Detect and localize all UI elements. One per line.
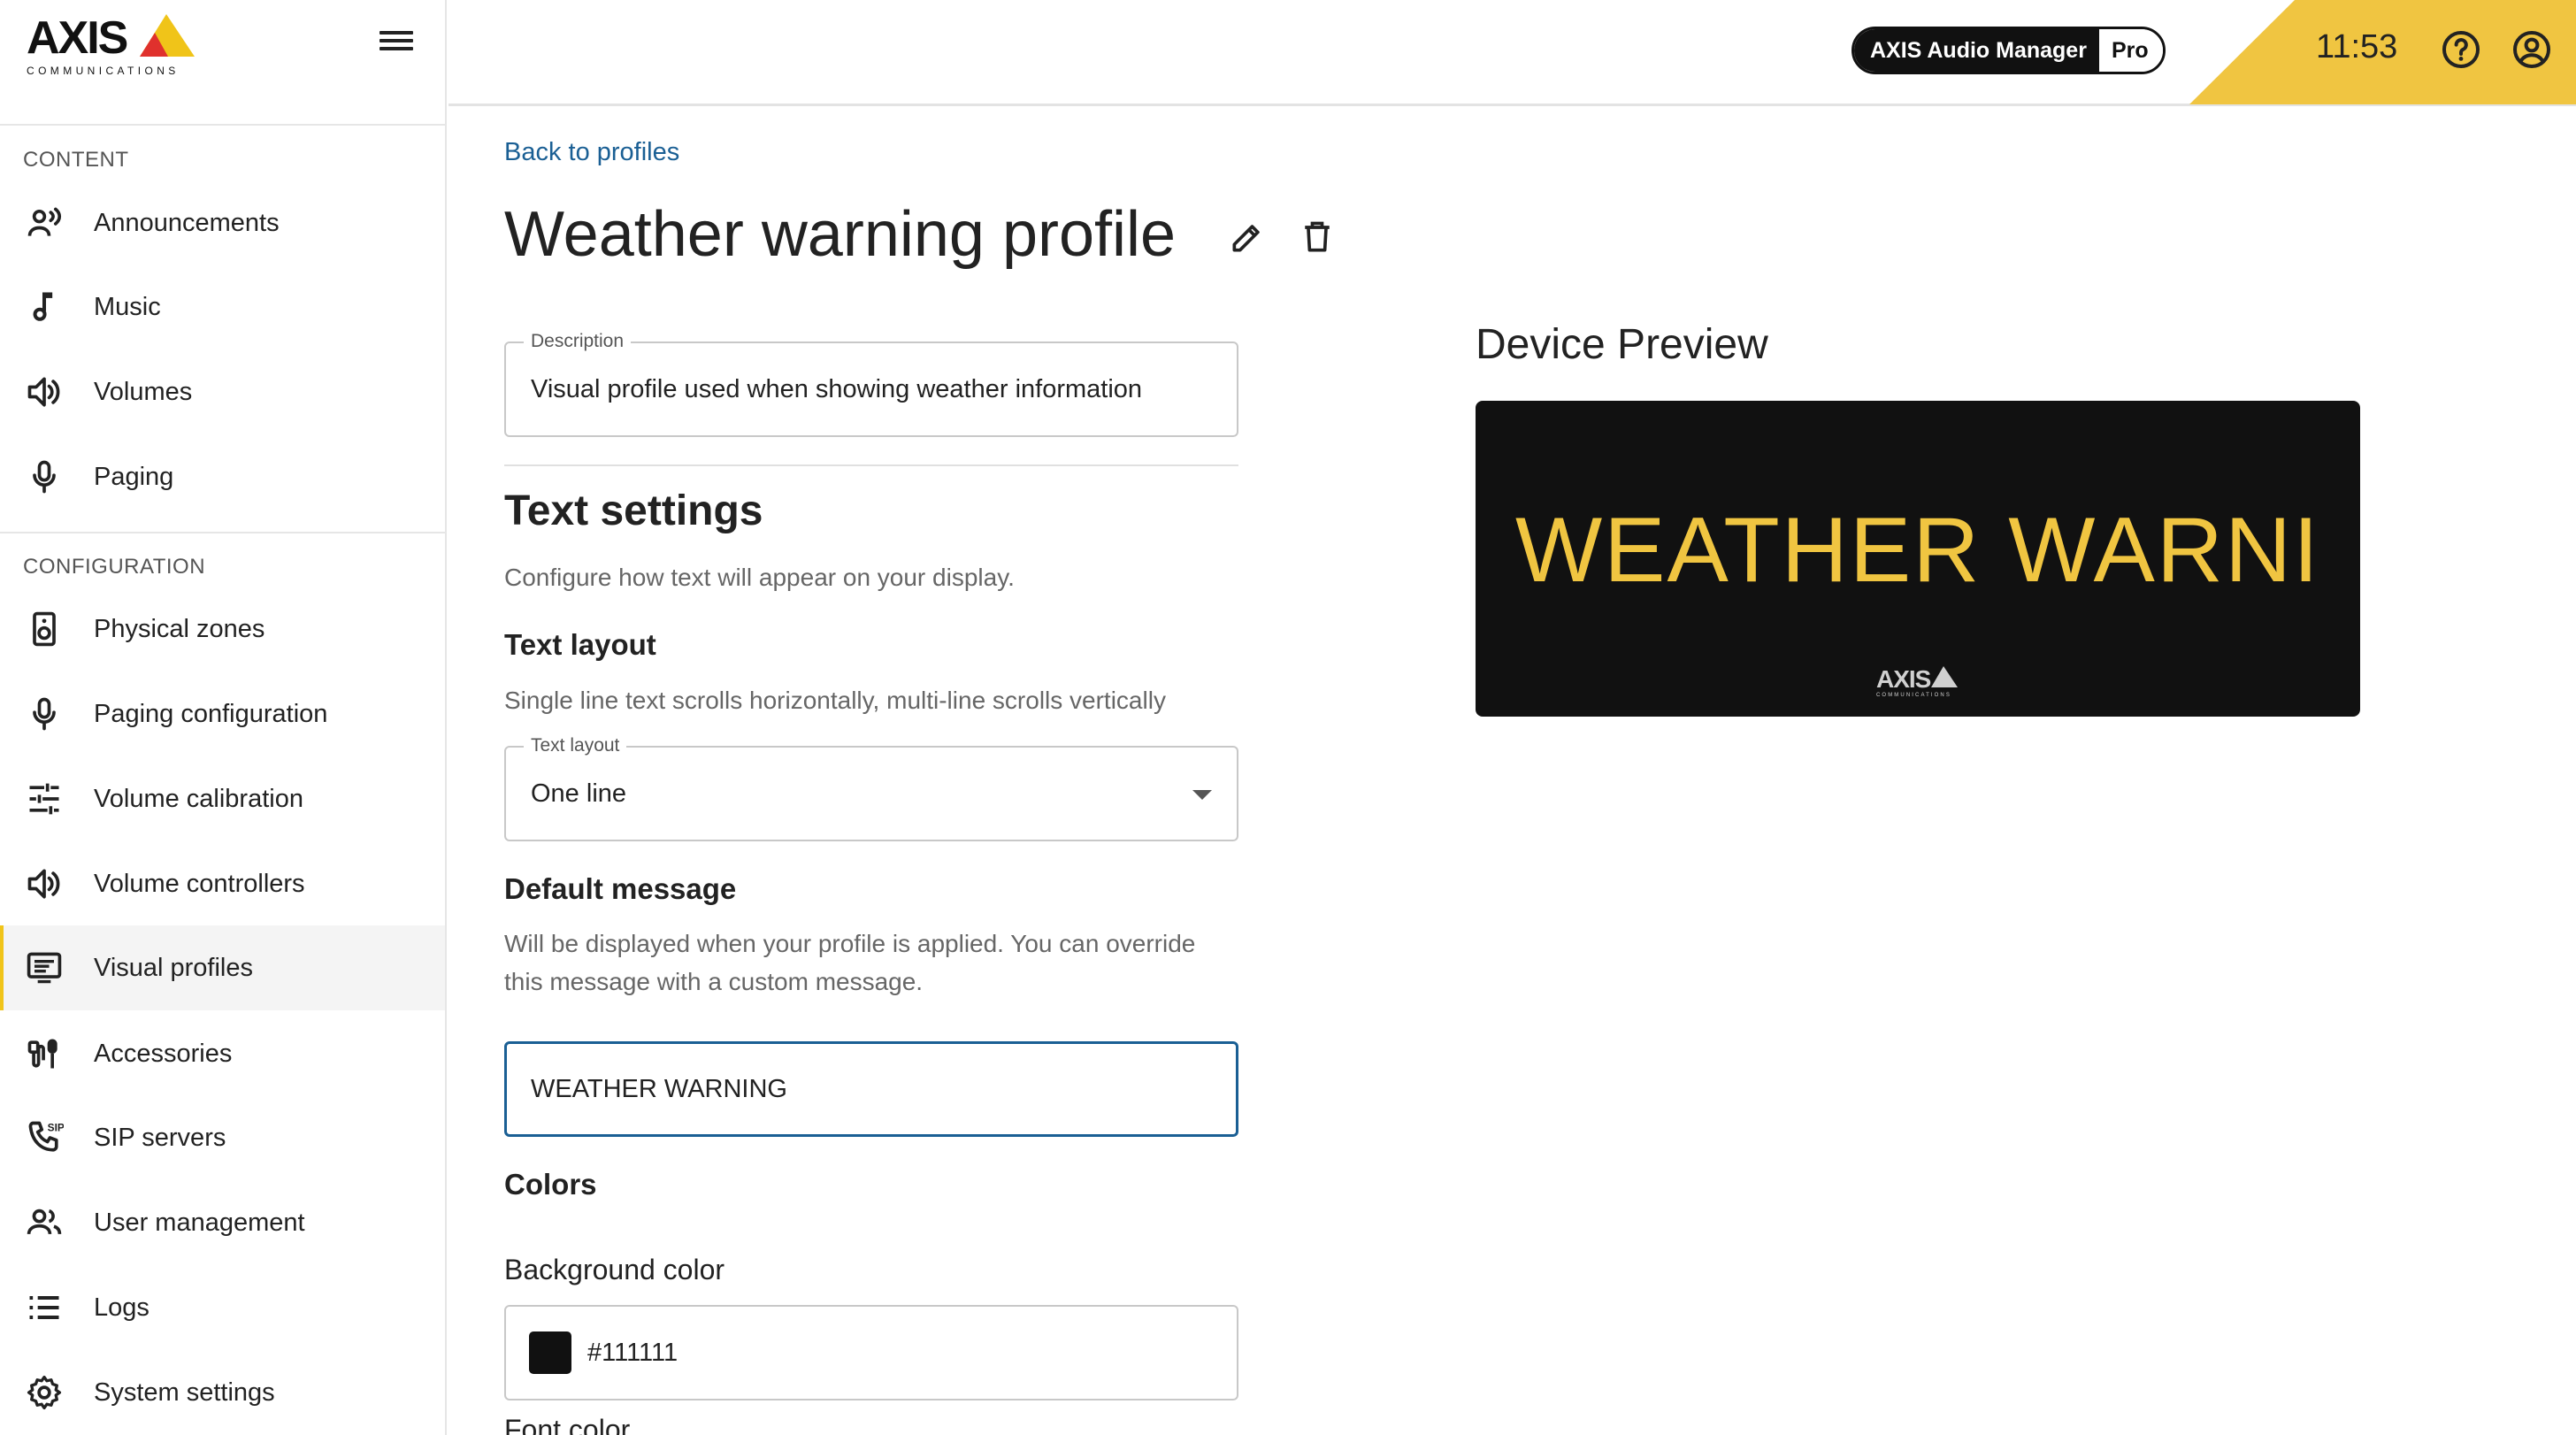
music-note-icon: [25, 288, 64, 326]
sip-phone-icon: SIP: [25, 1118, 64, 1157]
section-label-content: CONTENT: [23, 148, 129, 172]
device-preview-title: Device Preview: [1476, 321, 1768, 368]
sidebar-item-logs[interactable]: Logs: [0, 1265, 445, 1350]
text-layout-select[interactable]: Text layout One line: [504, 735, 1238, 841]
help-icon[interactable]: [2440, 28, 2482, 71]
color-swatch[interactable]: [529, 1331, 571, 1374]
sidebar-item-label: Visual profiles: [94, 953, 254, 982]
sidebar-divider: [0, 532, 445, 533]
svg-text:AXIS: AXIS: [1876, 665, 1931, 693]
sidebar-item-label: Logs: [94, 1293, 150, 1322]
sidebar-item-label: Volume calibration: [94, 784, 303, 813]
text-layout-heading: Text layout: [504, 628, 656, 661]
announcement-icon: [25, 203, 64, 242]
text-settings-subtitle: Configure how text will appear on your d…: [504, 564, 1015, 591]
sidebar-item-system-settings[interactable]: System settings: [0, 1350, 445, 1435]
product-name: AXIS Audio Manager: [1854, 29, 2099, 72]
sidebar-item-label: Physical zones: [94, 614, 265, 643]
sidebar-item-announcements[interactable]: Announcements: [0, 180, 445, 265]
text-layout-value: One line: [531, 779, 627, 808]
sidebar-item-label: Paging: [94, 462, 174, 491]
sidebar-item-label: SIP servers: [94, 1123, 226, 1152]
svg-text:COMMUNICATIONS: COMMUNICATIONS: [1876, 693, 1951, 698]
chevron-down-icon: [1192, 790, 1212, 800]
gear-icon: [25, 1373, 64, 1412]
preview-axis-logo: AXIS COMMUNICATIONS: [1876, 665, 1958, 698]
sliders-icon: [25, 779, 64, 818]
background-color-value: #111111: [587, 1339, 678, 1367]
sidebar-item-label: Music: [94, 292, 161, 321]
description-value: Visual profile used when showing weather…: [531, 375, 1143, 403]
svg-text:SIP: SIP: [48, 1122, 64, 1134]
sidebar-item-label: Volumes: [94, 377, 193, 406]
default-message-subtitle-line2: this message with a custom message.: [504, 968, 924, 995]
display-icon: [25, 948, 64, 987]
sidebar-item-label: Volume controllers: [94, 869, 305, 898]
default-message-input[interactable]: WEATHER WARNING: [504, 1041, 1238, 1137]
device-preview-display: WEATHER WARNI AXIS COMMUNICATIONS: [1476, 401, 2360, 717]
description-field[interactable]: Description Visual profile used when sho…: [504, 331, 1238, 437]
page-title: Weather warning profile: [504, 199, 1177, 270]
text-layout-field-label: Text layout: [524, 735, 627, 756]
axis-logo: AXIS COMMUNICATIONS: [27, 12, 195, 77]
account-icon[interactable]: [2511, 28, 2553, 71]
microphone-icon: [25, 694, 64, 733]
sidebar-item-volumes[interactable]: Volumes: [0, 349, 445, 434]
accessories-icon: [25, 1034, 64, 1073]
delete-trash-icon[interactable]: [1298, 218, 1337, 257]
svg-text:AXIS: AXIS: [27, 12, 127, 64]
sidebar-item-music[interactable]: Music: [0, 265, 445, 349]
default-message-heading: Default message: [504, 872, 737, 905]
sidebar-item-physical-zones[interactable]: Physical zones: [0, 587, 445, 671]
background-color-label: Background color: [504, 1254, 725, 1285]
svg-text:COMMUNICATIONS: COMMUNICATIONS: [27, 65, 180, 77]
product-badge: AXIS Audio Manager Pro: [1852, 27, 2166, 74]
sidebar-item-volume-controllers[interactable]: Volume controllers: [0, 841, 445, 926]
sidebar-item-label: Accessories: [94, 1039, 233, 1068]
font-color-label: Font color: [504, 1414, 631, 1435]
speaker-device-icon: [25, 610, 64, 648]
sidebar-item-paging[interactable]: Paging: [0, 434, 445, 519]
sidebar-item-label: Announcements: [94, 208, 280, 237]
sidebar-item-visual-profiles[interactable]: Visual profiles: [0, 925, 445, 1010]
text-layout-subtitle: Single line text scrolls horizontally, m…: [504, 687, 1166, 714]
section-label-configuration: CONFIGURATION: [23, 555, 206, 579]
clock: 11:53: [2316, 28, 2398, 65]
logo-area: AXIS COMMUNICATIONS: [0, 0, 445, 126]
edit-pencil-icon[interactable]: [1228, 218, 1267, 257]
description-field-label: Description: [524, 331, 632, 352]
sidebar-item-paging-configuration[interactable]: Paging configuration: [0, 671, 445, 756]
background-color-field[interactable]: #111111: [504, 1305, 1238, 1400]
speaker-icon: [25, 372, 64, 411]
sidebar-item-label: Paging configuration: [94, 699, 328, 728]
speaker-icon: [25, 864, 64, 903]
product-tier: Pro: [2098, 29, 2163, 72]
section-divider: [504, 464, 1238, 466]
colors-heading: Colors: [504, 1168, 597, 1201]
default-message-value: WEATHER WARNING: [531, 1075, 787, 1103]
preview-scrolling-text: WEATHER WARNI: [1515, 499, 2320, 602]
sidebar-item-label: System settings: [94, 1377, 275, 1407]
sidebar: AXIS COMMUNICATIONS CONTENT Announcement…: [0, 0, 447, 1435]
users-icon: [25, 1203, 64, 1242]
sidebar-item-accessories[interactable]: Accessories: [0, 1011, 445, 1096]
list-icon: [25, 1288, 64, 1327]
sidebar-item-sip-servers[interactable]: SIP SIP servers: [0, 1095, 445, 1180]
sidebar-item-volume-calibration[interactable]: Volume calibration: [0, 756, 445, 841]
sidebar-item-user-management[interactable]: User management: [0, 1180, 445, 1265]
back-to-profiles-link[interactable]: Back to profiles: [504, 138, 679, 167]
sidebar-item-label: User management: [94, 1208, 305, 1237]
default-message-subtitle-line1: Will be displayed when your profile is a…: [504, 930, 1196, 957]
microphone-icon: [25, 457, 64, 496]
text-settings-heading: Text settings: [504, 487, 763, 534]
hamburger-menu-icon[interactable]: [375, 27, 418, 62]
